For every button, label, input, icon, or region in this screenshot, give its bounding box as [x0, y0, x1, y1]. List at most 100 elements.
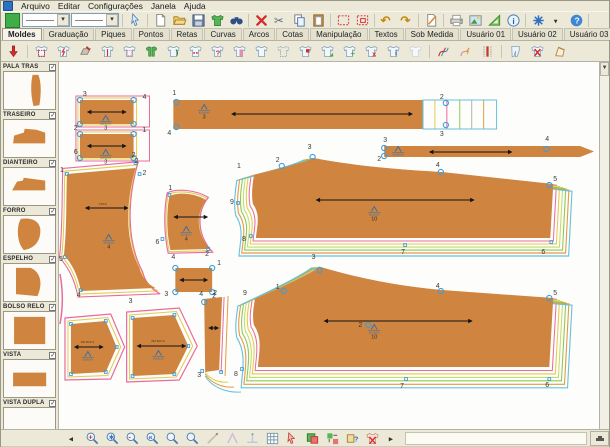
piece-thumbnail[interactable] [3, 311, 56, 350]
tab-manipulação[interactable]: Manipulação [310, 28, 367, 40]
zoom-in-button[interactable]: + [83, 430, 102, 446]
grading-point[interactable] [405, 378, 408, 381]
shirt-fold-button[interactable] [163, 41, 184, 61]
tab-usuário-02[interactable]: Usuário 02 [512, 28, 563, 40]
scroll-left-arrow-button[interactable]: ◂ [63, 430, 82, 446]
sidebar-item-pala-tras[interactable]: PALA TRAS ✓ [3, 63, 56, 110]
grading-point[interactable] [550, 241, 553, 244]
sidebar-item-vista-dupla[interactable]: VISTA DUPLA ✓ [3, 399, 56, 429]
angle-tool-button[interactable] [223, 430, 242, 446]
shirt-half-pink-button[interactable] [229, 41, 250, 61]
shirt-question-button[interactable]: ? [207, 41, 228, 61]
visibility-checkbox[interactable]: ✓ [49, 112, 56, 119]
shirt-outline-button[interactable] [273, 41, 294, 61]
piece-thumbnail[interactable] [3, 119, 56, 158]
shirt-dots-button[interactable] [185, 41, 206, 61]
curve-pair-button[interactable] [433, 41, 454, 61]
piece-thumbnail[interactable] [3, 263, 56, 302]
vertical-scrollbar[interactable]: ▼ [599, 62, 609, 429]
pen-tool-button[interactable] [203, 430, 222, 446]
curve-adjust-button[interactable] [455, 41, 476, 61]
shirt-double-green-button[interactable] [141, 41, 162, 61]
tab-arcos[interactable]: Arcos [243, 28, 275, 40]
tab-cotas[interactable]: Cotas [276, 28, 309, 40]
scrollbar-arrow-button[interactable]: ▼ [600, 62, 609, 76]
tab-graduação[interactable]: Graduação [43, 28, 95, 40]
delete-x-button[interactable] [252, 12, 270, 29]
ruler-triangle-button[interactable] [485, 12, 503, 29]
grading-point[interactable] [70, 373, 73, 376]
piece-thumbnail[interactable] [3, 71, 56, 110]
zoom-window-button[interactable] [163, 430, 182, 446]
shirt-dashed-button[interactable] [31, 41, 52, 61]
split-bar-button[interactable] [477, 41, 498, 61]
save-file-button[interactable] [189, 12, 207, 29]
visibility-checkbox[interactable]: ✓ [49, 304, 56, 311]
tab-piques[interactable]: Piques [95, 28, 131, 40]
grading-point[interactable] [64, 256, 67, 259]
shirt-info-button[interactable]: i [383, 41, 404, 61]
zoom-all-button[interactable] [183, 430, 202, 446]
grading-point[interactable] [168, 194, 171, 197]
grid-button[interactable] [263, 430, 282, 446]
grading-point[interactable] [131, 375, 134, 378]
combo-b-dropdown[interactable]: ▾ [71, 13, 119, 27]
grading-point[interactable] [444, 100, 449, 105]
paste-button[interactable] [309, 12, 327, 29]
select-piece-button[interactable] [283, 430, 302, 446]
redo-button[interactable]: ↷ [397, 12, 415, 29]
sidebar-item-bolso-relo[interactable]: BOLSO RELO ✓ [3, 303, 56, 350]
edit-plan-button[interactable] [422, 12, 440, 29]
dropdown-arrow-button[interactable]: ▾ [548, 12, 566, 29]
visibility-checkbox[interactable]: ✓ [49, 64, 56, 71]
settings-button[interactable] [529, 12, 547, 29]
grading-point[interactable] [548, 378, 551, 381]
tab-textos[interactable]: Textos [369, 28, 404, 40]
grading-point[interactable] [161, 238, 164, 241]
sidebar-item-dianteiro[interactable]: DIANTEIRO ✓ [3, 159, 56, 206]
insert-mold-button[interactable] [3, 41, 24, 61]
piece-delete-button[interactable] [363, 430, 382, 446]
scrollbar-corner-button[interactable] [590, 431, 609, 446]
menu-item-editar[interactable]: Editar [54, 1, 84, 11]
sidebar-item-vista[interactable]: VISTA ✓ [3, 351, 56, 398]
tab-usuário-03[interactable]: Usuário 03 [564, 28, 610, 40]
menu-item-janela[interactable]: Janela [147, 1, 180, 11]
paper-curl-button[interactable] [549, 41, 570, 61]
shirt-ghost-button[interactable] [405, 41, 426, 61]
menu-item-configurações[interactable]: Configurações [84, 1, 147, 11]
undo-button[interactable]: ↶ [378, 12, 396, 29]
new-document-button[interactable] [151, 12, 169, 29]
shirt-flag-button[interactable] [295, 41, 316, 61]
shirt-plain-button[interactable] [251, 41, 272, 61]
copy-button[interactable] [290, 12, 308, 29]
help-button[interactable]: ? [567, 12, 585, 29]
tab-retas[interactable]: Retas [171, 28, 204, 40]
tab-curvas[interactable]: Curvas [204, 28, 241, 40]
tab-pontos[interactable]: Pontos [133, 28, 170, 40]
grading-point[interactable] [105, 320, 108, 323]
shirt-corner-green-button[interactable] [317, 41, 338, 61]
menu-item-arquivo[interactable]: Arquivo [17, 1, 54, 11]
grading-point[interactable] [105, 371, 108, 374]
select-area-button[interactable] [334, 12, 352, 29]
shirt-x-button[interactable]: x [361, 41, 382, 61]
cursor-tool-button[interactable] [126, 12, 144, 29]
zoom-previous-button[interactable]: « [143, 430, 162, 446]
pants-piece-button[interactable] [505, 41, 526, 61]
sidebar-item-traseiro[interactable]: TRASEIRO ✓ [3, 111, 56, 158]
grading-point[interactable] [404, 244, 407, 247]
press-tool-button[interactable] [75, 41, 96, 61]
scrollbar-track[interactable] [600, 76, 609, 429]
export-image-button[interactable] [466, 12, 484, 29]
sidebar-item-forro[interactable]: FORRO ✓ [3, 207, 56, 254]
visibility-checkbox[interactable]: ✓ [49, 400, 56, 407]
cut-scissors-button[interactable]: ✂ [271, 12, 289, 29]
piece-thumbnail[interactable] [3, 215, 56, 254]
horizontal-scrollbar[interactable] [405, 432, 587, 445]
shirt-lightning-button[interactable] [53, 41, 74, 61]
color-swatch-button[interactable] [3, 12, 21, 29]
shirt-seam-button[interactable] [119, 41, 140, 61]
visibility-checkbox[interactable]: ✓ [49, 208, 56, 215]
piece-thumbnail[interactable] [3, 167, 56, 206]
